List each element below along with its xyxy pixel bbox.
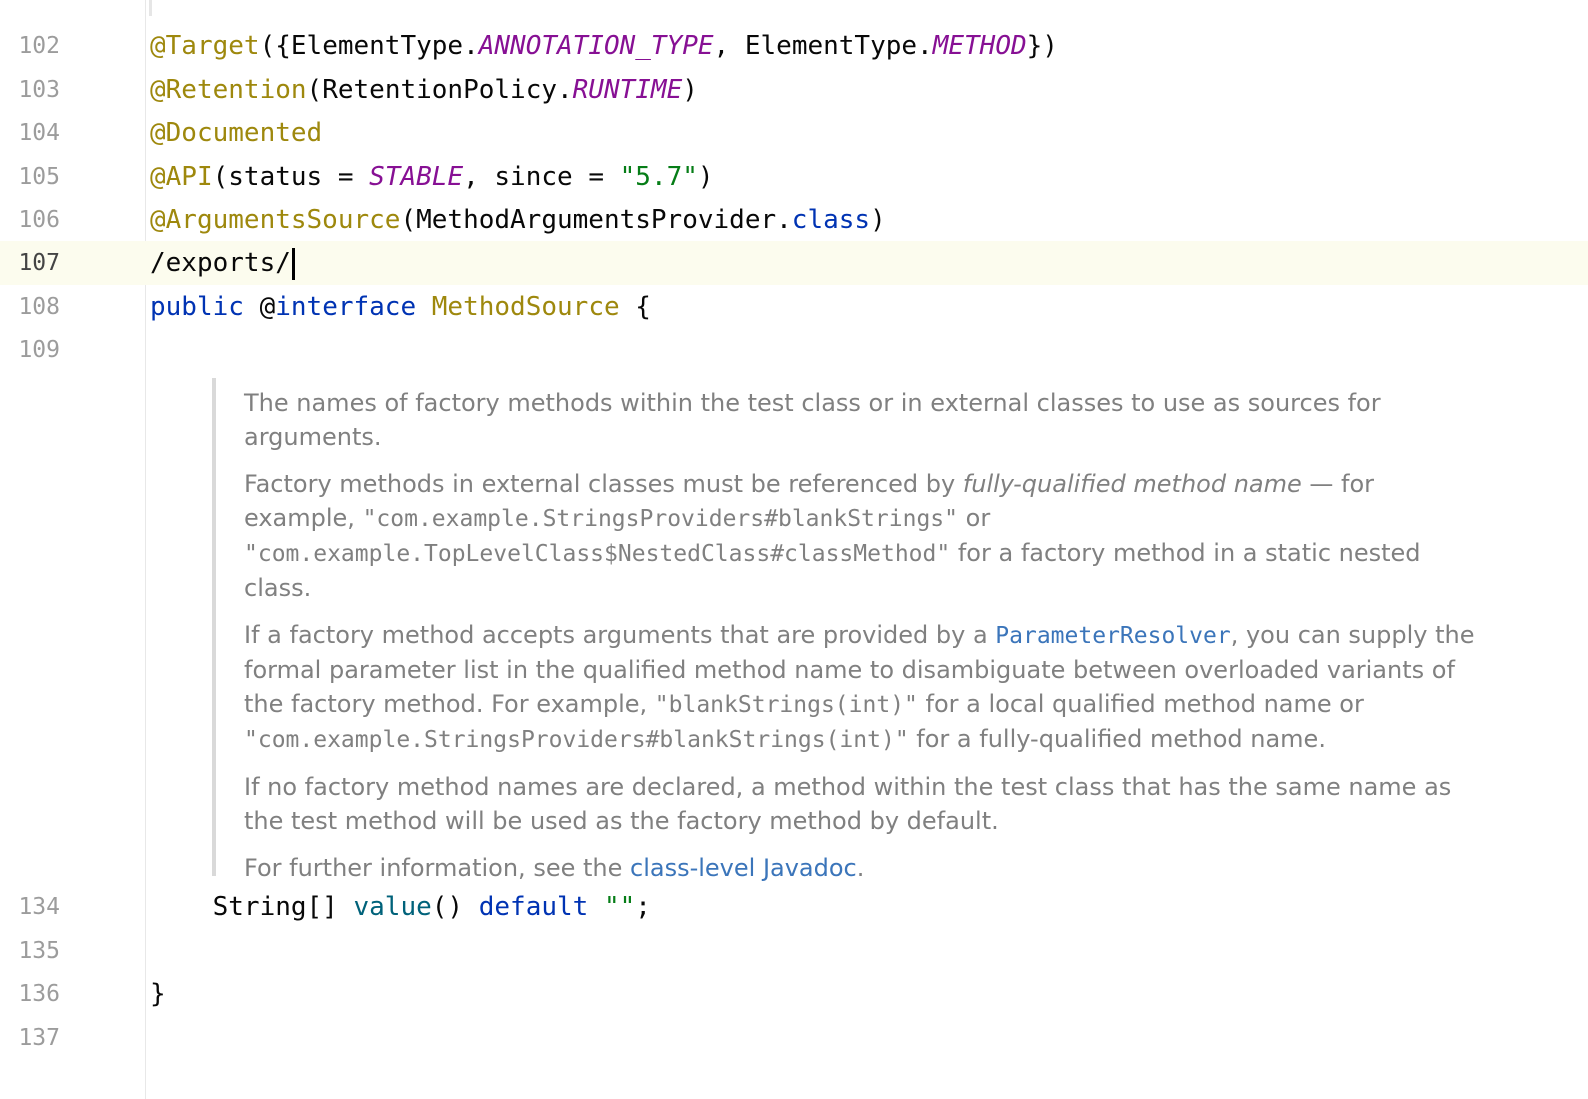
class-level-javadoc-link[interactable]: class-level Javadoc (630, 854, 857, 882)
code-token: { (619, 292, 651, 322)
code-token: (RetentionPolicy. (306, 75, 573, 105)
code-line[interactable]: 135 (0, 929, 1588, 973)
fold-marker (149, 0, 152, 16)
code-text[interactable]: /exports/ (150, 241, 295, 285)
doc-text: or (958, 504, 991, 532)
code-token: ) (682, 75, 698, 105)
code-token: MethodSource (431, 292, 620, 322)
line-number: 106 (18, 207, 60, 233)
doc-text: for a local qualified method name or (917, 690, 1364, 718)
code-token: , since = (463, 162, 620, 192)
code-token: } (150, 979, 166, 1009)
code-token: @ArgumentsSource (150, 205, 401, 235)
code-token: () (431, 892, 479, 922)
code-token: @Documented (150, 118, 323, 148)
doc-text: If no factory method names are declared,… (244, 773, 1452, 835)
doc-code: "com.example.TopLevelClass$NestedClass#c… (244, 541, 951, 567)
doc-code: "com.example.StringsProviders#blankStrin… (362, 506, 958, 532)
doc-paragraph: Factory methods in external classes must… (244, 467, 1480, 605)
code-text[interactable]: @ArgumentsSource(MethodArgumentsProvider… (150, 198, 886, 242)
line-number: 103 (18, 77, 60, 103)
line-number: 105 (18, 164, 60, 190)
code-token: @ (243, 292, 276, 322)
code-line[interactable]: 137 (0, 1016, 1588, 1060)
code-token: default (478, 892, 589, 922)
code-text[interactable]: @Target({ElementType.ANNOTATION_TYPE, El… (150, 24, 1058, 68)
code-token: (MethodArgumentsProvider. (400, 205, 792, 235)
line-number: 135 (18, 938, 60, 964)
code-line[interactable]: 108 public @interface MethodSource { (0, 285, 1588, 329)
code-token: }) (1026, 31, 1058, 61)
code-text[interactable]: @Retention(RetentionPolicy.RUNTIME) (150, 68, 698, 112)
doc-text: . (856, 854, 865, 882)
code-text[interactable]: public @interface MethodSource { (150, 285, 651, 329)
code-token: class (791, 205, 871, 235)
code-token: , ElementType. (713, 31, 933, 61)
parameter-resolver-link[interactable]: ParameterResolver (995, 623, 1230, 649)
code-text[interactable]: @API(status = STABLE, since = "5.7") (150, 155, 714, 199)
code-token: STABLE (369, 162, 464, 192)
code-line-current[interactable]: 107 /exports/ (0, 241, 1588, 285)
code-text[interactable]: } (150, 972, 166, 1016)
rendered-javadoc[interactable]: The names of factory methods within the … (212, 378, 1476, 882)
code-token: interface (275, 292, 417, 322)
code-token: METHOD (932, 31, 1027, 61)
code-token: String[] (150, 892, 354, 922)
doc-code: "blankStrings(int)" (654, 692, 918, 718)
code-text[interactable]: @Documented (150, 111, 322, 155)
doc-code: "com.example.StringsProviders#blankStrin… (244, 727, 909, 753)
code-token: ) (697, 162, 714, 192)
line-number: 109 (18, 337, 60, 363)
doc-paragraph: For further information, see the class-l… (244, 851, 1480, 885)
code-line[interactable]: 109 (0, 328, 1588, 372)
code-editor[interactable]: 102 @Target({ElementType.ANNOTATION_TYPE… (0, 0, 1588, 1099)
code-token: public (150, 292, 244, 322)
code-token: ; (635, 892, 651, 922)
code-token: @Retention (150, 75, 307, 105)
doc-text: The names of factory methods within the … (244, 389, 1381, 451)
doc-paragraph: If a factory method accepts arguments th… (244, 618, 1480, 757)
doc-text: If a factory method accepts arguments th… (244, 621, 996, 649)
doc-emphasis: fully-qualified method name (962, 470, 1302, 498)
code-line[interactable]: 103 @Retention(RetentionPolicy.RUNTIME) (0, 68, 1588, 112)
code-token: "5.7" (619, 162, 698, 192)
doc-text: Factory methods in external classes must… (244, 470, 963, 498)
code-token: ) (870, 205, 886, 235)
code-token: RUNTIME (572, 75, 683, 105)
doc-text: For further information, see the (244, 854, 630, 882)
code-token: ({ElementType. (259, 31, 479, 61)
code-line[interactable]: 102 @Target({ElementType.ANNOTATION_TYPE… (0, 24, 1588, 68)
code-line[interactable]: 105 @API(status = STABLE, since = "5.7") (0, 155, 1588, 199)
code-token: @Target (150, 31, 260, 61)
line-number: 107 (18, 250, 60, 276)
line-number: 102 (18, 33, 60, 59)
line-number: 136 (18, 981, 60, 1007)
code-token: ANNOTATION_TYPE (478, 31, 714, 61)
code-text[interactable]: String[] value() default ""; (150, 885, 651, 929)
text-caret (291, 247, 295, 280)
doc-paragraph: The names of factory methods within the … (244, 386, 1480, 454)
code-line[interactable]: 106 @ArgumentsSource(MethodArgumentsProv… (0, 198, 1588, 242)
doc-paragraph: If no factory method names are declared,… (244, 770, 1480, 838)
code-token: value (353, 892, 432, 922)
line-number: 137 (18, 1025, 60, 1051)
code-line[interactable]: 134 String[] value() default ""; (0, 885, 1588, 929)
line-number: 134 (18, 894, 60, 920)
line-number: 108 (18, 294, 60, 320)
code-token: @API (150, 162, 213, 192)
code-line[interactable]: 104 @Documented (0, 111, 1588, 155)
code-token: /exports/ (150, 248, 291, 278)
line-number: 104 (18, 120, 60, 146)
code-token: "" (603, 892, 636, 922)
code-line[interactable]: 136 } (0, 972, 1588, 1016)
doc-text: for a fully-qualified method name. (908, 725, 1326, 753)
code-token: (status = (212, 162, 370, 192)
